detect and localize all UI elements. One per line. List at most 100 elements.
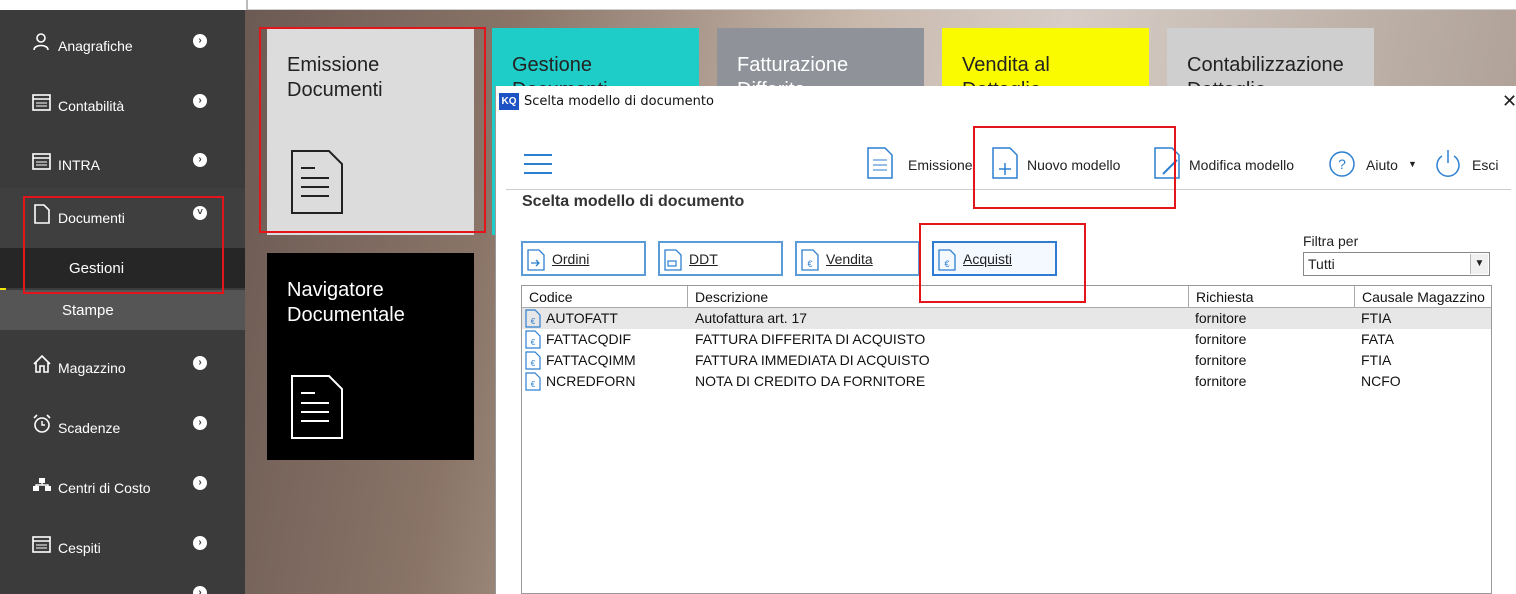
aiuto-button[interactable]: ? Aiuto ▼ — [1328, 146, 1418, 182]
svg-text:€: € — [531, 359, 536, 368]
sidebar-item-partial[interactable]: › — [0, 578, 245, 594]
table-row[interactable]: € FATTACQIMM FATTURA IMMEDIATA DI ACQUIS… — [522, 350, 1491, 371]
document-icon — [291, 150, 343, 214]
help-icon: ? — [1329, 151, 1355, 177]
sidebar-subitem-label: Gestioni — [69, 260, 125, 277]
sidebar-item-contabilita[interactable]: Contabilità › — [0, 76, 245, 134]
aiuto-label: Aiuto — [1366, 157, 1398, 173]
tile-label: Navigatore Documentale — [287, 279, 405, 326]
document-truck-icon — [664, 249, 682, 271]
esci-button[interactable]: Esci — [1434, 146, 1514, 182]
sidebar-item-scadenze[interactable]: Scadenze › — [0, 398, 245, 456]
svg-text:€: € — [807, 259, 812, 269]
power-icon — [1436, 150, 1460, 177]
column-header-richiesta[interactable]: Richiesta — [1189, 286, 1355, 308]
dialog-toolbar: Emissione Nuovo modello Modifica modello… — [506, 136, 1511, 190]
svg-text:€: € — [531, 317, 536, 326]
svg-text:€: € — [944, 259, 949, 269]
ordini-button[interactable]: Ordini — [521, 241, 646, 276]
sidebar-item-anagrafiche[interactable]: Anagrafiche › — [0, 16, 245, 74]
svg-text:?: ? — [1338, 156, 1346, 172]
top-bar — [0, 0, 1516, 10]
column-header-causale-magazzino[interactable]: Causale Magazzino — [1355, 286, 1491, 308]
home-icon — [33, 354, 51, 373]
org-chart-icon — [33, 478, 51, 491]
cell-richiesta: fornitore — [1195, 373, 1247, 389]
calendar-icon — [32, 536, 51, 553]
ordini-label: Ordini — [552, 251, 590, 267]
table-row[interactable]: € AUTOFATT Autofattura art. 17 fornitore… — [522, 308, 1491, 329]
alarm-clock-icon — [33, 414, 51, 433]
sidebar-item-cespiti[interactable]: Cespiti › — [0, 518, 245, 576]
calendar-icon — [32, 94, 51, 111]
cell-richiesta: fornitore — [1195, 310, 1247, 326]
edit-document-icon — [1154, 147, 1180, 179]
menu-icon[interactable] — [524, 154, 552, 174]
chevron-right-icon: › — [193, 476, 207, 490]
sidebar-item-label: Anagrafiche — [58, 38, 133, 54]
chevron-right-icon: › — [193, 356, 207, 370]
section-title: Scelta modello di documento — [522, 193, 745, 210]
cell-codice: FATTACQDIF — [546, 331, 632, 347]
modifica-modello-button[interactable]: Modifica modello — [1153, 146, 1313, 182]
chevron-right-icon: › — [193, 94, 207, 108]
cell-causale: FTIA — [1361, 352, 1392, 368]
sidebar-item-label: Documenti — [58, 210, 125, 226]
filter-value: Tutti — [1308, 256, 1335, 272]
vendita-label: Vendita — [826, 251, 873, 267]
ddt-label: DDT — [689, 251, 718, 267]
dialog-titlebar: KQ Scelta modello di documento ✕ — [496, 86, 1516, 116]
document-euro-icon: € — [525, 351, 541, 370]
chevron-right-icon: › — [193, 416, 207, 430]
top-left-panel — [0, 0, 248, 10]
acquisti-button[interactable]: € Acquisti — [932, 241, 1057, 276]
nuovo-modello-button[interactable]: Nuovo modello — [991, 146, 1141, 182]
caret-down-icon: ▼ — [1408, 159, 1417, 169]
chevron-right-icon: › — [193, 153, 207, 167]
cell-descrizione: NOTA DI CREDITO DA FORNITORE — [695, 373, 926, 389]
sidebar-item-documenti[interactable]: Documenti ˅ — [0, 188, 245, 248]
sidebar-subitem-stampe[interactable]: Stampe — [0, 290, 245, 330]
sidebar-item-intra[interactable]: INTRA › — [0, 135, 245, 193]
column-header-descrizione[interactable]: Descrizione — [688, 286, 1189, 308]
document-euro-icon: € — [525, 372, 541, 391]
sidebar-item-label: Cespiti — [58, 540, 101, 556]
filter-select[interactable]: Tutti ▼ — [1303, 252, 1490, 276]
esci-label: Esci — [1472, 157, 1499, 173]
modifica-modello-label: Modifica modello — [1189, 157, 1295, 173]
sidebar-subitem-gestioni[interactable]: Gestioni — [0, 248, 245, 288]
close-icon[interactable]: ✕ — [1502, 91, 1516, 112]
sidebar-item-centri-di-costo[interactable]: Centri di Costo › — [0, 458, 245, 516]
svg-text:€: € — [531, 380, 536, 389]
sidebar: Anagrafiche › Contabilità › INTRA › Docu… — [0, 10, 245, 594]
tile-label: Emissione Documenti — [287, 54, 383, 101]
dropdown-arrow-icon[interactable]: ▼ — [1470, 254, 1488, 274]
tile-emissione-documenti[interactable]: Emissione Documenti — [267, 28, 474, 235]
cell-codice: FATTACQIMM — [546, 352, 636, 368]
nuovo-modello-label: Nuovo modello — [1027, 157, 1121, 173]
cell-richiesta: fornitore — [1195, 352, 1247, 368]
document-icon — [34, 204, 50, 224]
cell-richiesta: fornitore — [1195, 331, 1247, 347]
sidebar-item-label: Contabilità — [58, 98, 125, 114]
emissione-button[interactable]: Emissione — [866, 146, 976, 182]
chevron-right-icon: › — [193, 586, 207, 594]
vendita-button[interactable]: € Vendita — [795, 241, 920, 276]
column-header-codice[interactable]: Codice — [522, 286, 688, 308]
svg-text:€: € — [531, 338, 536, 347]
filter-label: Filtra per — [1303, 233, 1359, 249]
table-row[interactable]: € FATTACQDIF FATTURA DIFFERITA DI ACQUIS… — [522, 329, 1491, 350]
cell-causale: FATA — [1361, 331, 1394, 347]
document-euro-icon: € — [801, 249, 819, 271]
sidebar-item-magazzino[interactable]: Magazzino › — [0, 338, 245, 396]
table-row[interactable]: € NCREDFORN NOTA DI CREDITO DA FORNITORE… — [522, 371, 1491, 392]
document-icon — [291, 375, 343, 439]
cell-causale: NCFO — [1361, 373, 1401, 389]
chevron-right-icon: › — [193, 34, 207, 48]
grid-header: Codice Descrizione Richiesta Causale Mag… — [522, 286, 1491, 308]
tile-navigatore-documentale[interactable]: Navigatore Documentale — [267, 253, 474, 460]
cell-descrizione: Autofattura art. 17 — [695, 310, 808, 326]
ddt-button[interactable]: DDT — [658, 241, 783, 276]
document-euro-icon: € — [525, 330, 541, 349]
chevron-right-icon: › — [193, 536, 207, 550]
